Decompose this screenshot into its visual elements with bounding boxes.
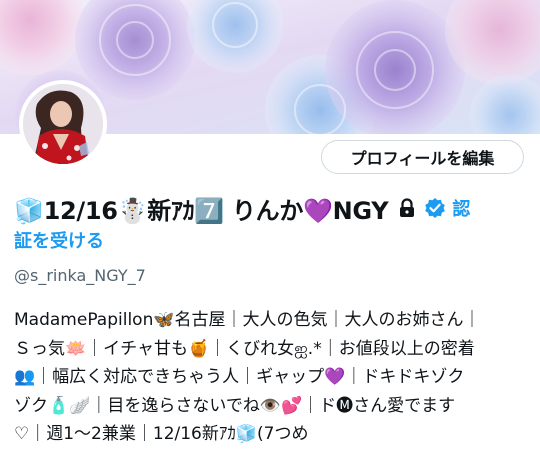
lock-icon: [400, 198, 415, 217]
bio-line: MadamePapillon🦋名古屋｜大人の色気｜大人のお姉さん｜: [14, 310, 481, 330]
display-name-row: 🧊12/16☃️新ｱｶ7️⃣ りんか💜NGY 認: [14, 191, 534, 225]
user-handle: @s_rinka_NGY_7: [14, 266, 146, 285]
bio-line: Ｓっ気🪷｜イチャ甘も🍯｜くびれ女ஐ.*｜お値段以上の密着: [14, 338, 475, 359]
get-verified-link-continued[interactable]: 証を受ける: [14, 227, 104, 253]
profile-page: プロフィールを編集 🧊12/16☃️新ｱｶ7️⃣ りんか💜NGY 認 証を受ける…: [0, 0, 540, 449]
bio: MadamePapillon🦋名古屋｜大人の色気｜大人のお姉さん｜ Ｓっ気🪷｜イ…: [14, 306, 534, 449]
bio-line: ♡｜週1〜2兼業｜12/16新ｱｶ🧊(7つめ: [14, 424, 309, 444]
bio-line: ゾク🧴🪽｜目を逸らさないでね👁️💕｜ド🅜さん愛でます: [14, 395, 456, 416]
avatar[interactable]: [19, 80, 107, 168]
display-name: 🧊12/16☃️新ｱｶ7️⃣ りんか💜NGY: [14, 196, 389, 225]
edit-profile-button[interactable]: プロフィールを編集: [321, 140, 524, 174]
verified-badge-icon[interactable]: [424, 197, 446, 219]
bio-line: 👥｜幅広く対応できちゃう人｜ギャップ💜｜ドキドキゾク: [14, 367, 465, 387]
get-verified-link[interactable]: 認: [452, 195, 470, 221]
